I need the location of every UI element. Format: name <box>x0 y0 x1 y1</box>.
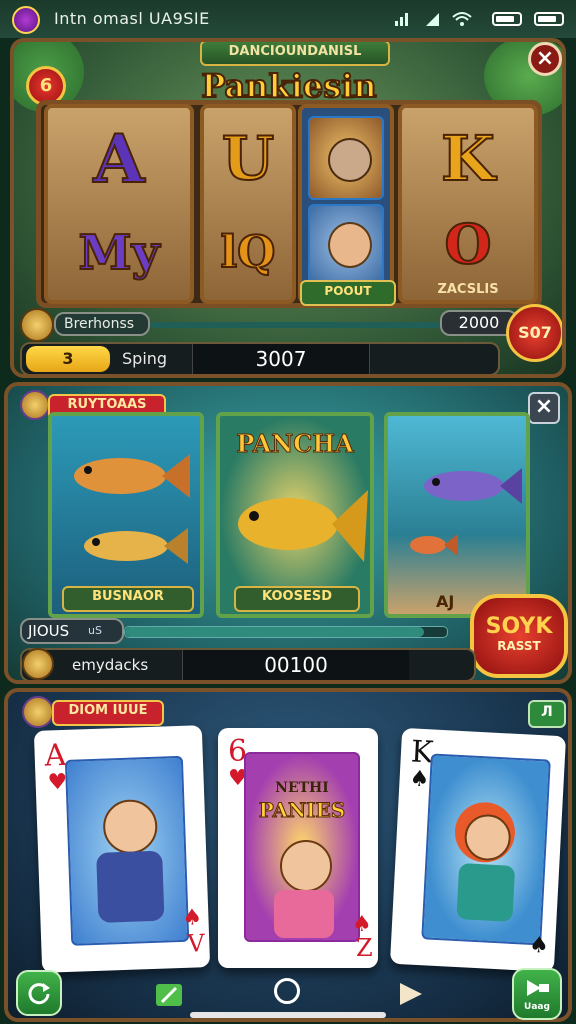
emblem-icon <box>20 390 50 420</box>
playing-card-3[interactable]: K ♠ ♠ <box>389 727 567 973</box>
panel-banner: DIOM IUUE <box>52 700 164 726</box>
battery-icon <box>492 12 522 26</box>
emblem-icon <box>22 696 54 728</box>
top-banner: DANCIOUNDANISL <box>200 42 390 66</box>
card-caption: KOOSESD <box>234 586 360 612</box>
home-icon[interactable] <box>274 978 300 1004</box>
fish-card-1[interactable]: BUSNAOR <box>48 412 204 618</box>
bonus-sublabel: RASST <box>497 639 541 653</box>
playing-card-2[interactable]: 6 ♥ NETHI PANIES ♠ Z <box>218 728 378 968</box>
card-title-line1: NETHI <box>275 780 329 796</box>
progress-label: JIOUS <box>28 622 70 640</box>
coin-icon <box>22 648 54 680</box>
wifi-icon <box>452 12 472 26</box>
cellular-icon <box>426 13 439 26</box>
info-label: emydacks <box>72 656 149 674</box>
status-bar: Intn omasl UA9SIE <box>0 0 576 38</box>
refresh-button[interactable] <box>16 970 62 1016</box>
reel-caption: ZACSLIS <box>437 282 499 297</box>
slot-machine-panel: DANCIOUNDANISL Pankiesin 6 × A My U lQ P… <box>10 38 566 378</box>
card-rank: A <box>44 737 67 774</box>
reel-symbol: U <box>221 123 275 195</box>
fish-icon <box>84 528 188 564</box>
spade-suit-icon: ♠ <box>182 905 203 931</box>
character-body-icon <box>274 890 334 938</box>
spin-button[interactable]: Sping <box>122 346 192 372</box>
battery-full-icon <box>534 12 564 26</box>
hedgehog-face-icon <box>328 138 372 182</box>
win-badge[interactable]: S07 <box>506 304 562 362</box>
reel-symbol: lQ <box>219 226 276 279</box>
bonus-label: SOYK <box>485 614 553 639</box>
info-label: Brerhonss <box>54 312 150 336</box>
signal-icon <box>395 13 408 26</box>
spade-suit-icon: ♠ <box>528 932 550 959</box>
reel-symbol: My <box>77 224 160 282</box>
progress-fill <box>125 627 425 637</box>
card-rank-bottom: V <box>186 929 206 958</box>
fish-card-2[interactable]: PANCHA KOOSESD <box>216 412 374 618</box>
progress-label-box: JIOUS uS <box>20 618 124 644</box>
edit-icon[interactable] <box>154 982 184 1008</box>
progress-track <box>124 626 448 638</box>
card-caption: BUSNAOR <box>62 586 194 612</box>
trout-icon <box>74 454 190 498</box>
reel-2: U lQ <box>200 104 296 304</box>
card-title-line2: PANIES <box>258 798 346 823</box>
character-body-icon <box>456 863 516 922</box>
next-label: Uaag <box>524 1002 550 1012</box>
arrow-right-icon <box>527 980 549 996</box>
character-face-icon <box>280 840 332 892</box>
progress-sublabel: uS <box>88 624 102 637</box>
striped-fish-icon <box>424 468 522 504</box>
play-icon[interactable] <box>396 980 424 1008</box>
character-face-icon <box>328 222 372 268</box>
bottom-nav: Uaag <box>0 964 576 1024</box>
bet-button[interactable]: 3 <box>26 346 110 372</box>
close-button[interactable]: × <box>528 392 560 424</box>
next-button[interactable]: Uaag <box>512 968 562 1020</box>
bonus-badge[interactable]: SOYK RASST <box>470 594 568 678</box>
small-fish-icon <box>410 534 458 556</box>
card-art <box>64 755 190 946</box>
credit-display: 3007 <box>192 344 370 374</box>
reel-caption: POOUT <box>300 280 396 306</box>
playing-card-1[interactable]: A ♥ ♠ V <box>33 725 211 973</box>
character-body-icon <box>96 850 165 923</box>
reel-4: K O ZACSLIS <box>398 104 538 304</box>
card-rank-bottom: Z <box>356 934 373 962</box>
reel-3: POOUT <box>298 104 396 306</box>
reel-1: A My <box>44 104 194 304</box>
refresh-icon <box>28 983 50 1005</box>
status-title: Intn omasl UA9SIE <box>54 9 210 28</box>
reel-symbol: O <box>443 211 492 277</box>
golden-fish-icon <box>238 490 368 562</box>
credit-display: 00100 <box>182 650 409 680</box>
card-art: NETHI PANIES <box>244 752 360 942</box>
fish-game-panel: RUYTOAAS × BUSNAOR PANCHA KOOSESD AJ JIO… <box>4 382 572 684</box>
coin-icon <box>20 308 54 342</box>
small-green-button[interactable]: Л <box>528 700 566 728</box>
card-title: PANCHA <box>236 429 354 459</box>
home-indicator <box>190 1012 386 1018</box>
app-logo-icon[interactable] <box>12 6 40 34</box>
progress-track <box>150 322 446 328</box>
creature-portrait-icon <box>308 116 384 200</box>
fish-card-3[interactable]: AJ <box>384 412 530 618</box>
card-caption: AJ <box>436 592 455 611</box>
close-button[interactable]: × <box>528 42 562 76</box>
card-art <box>421 753 551 946</box>
reel-symbol: A <box>92 119 145 199</box>
character-portrait-icon <box>308 204 384 284</box>
spade-suit-icon: ♠ <box>408 766 430 793</box>
reel-symbol: K <box>440 121 496 196</box>
character-face-icon <box>102 798 159 855</box>
